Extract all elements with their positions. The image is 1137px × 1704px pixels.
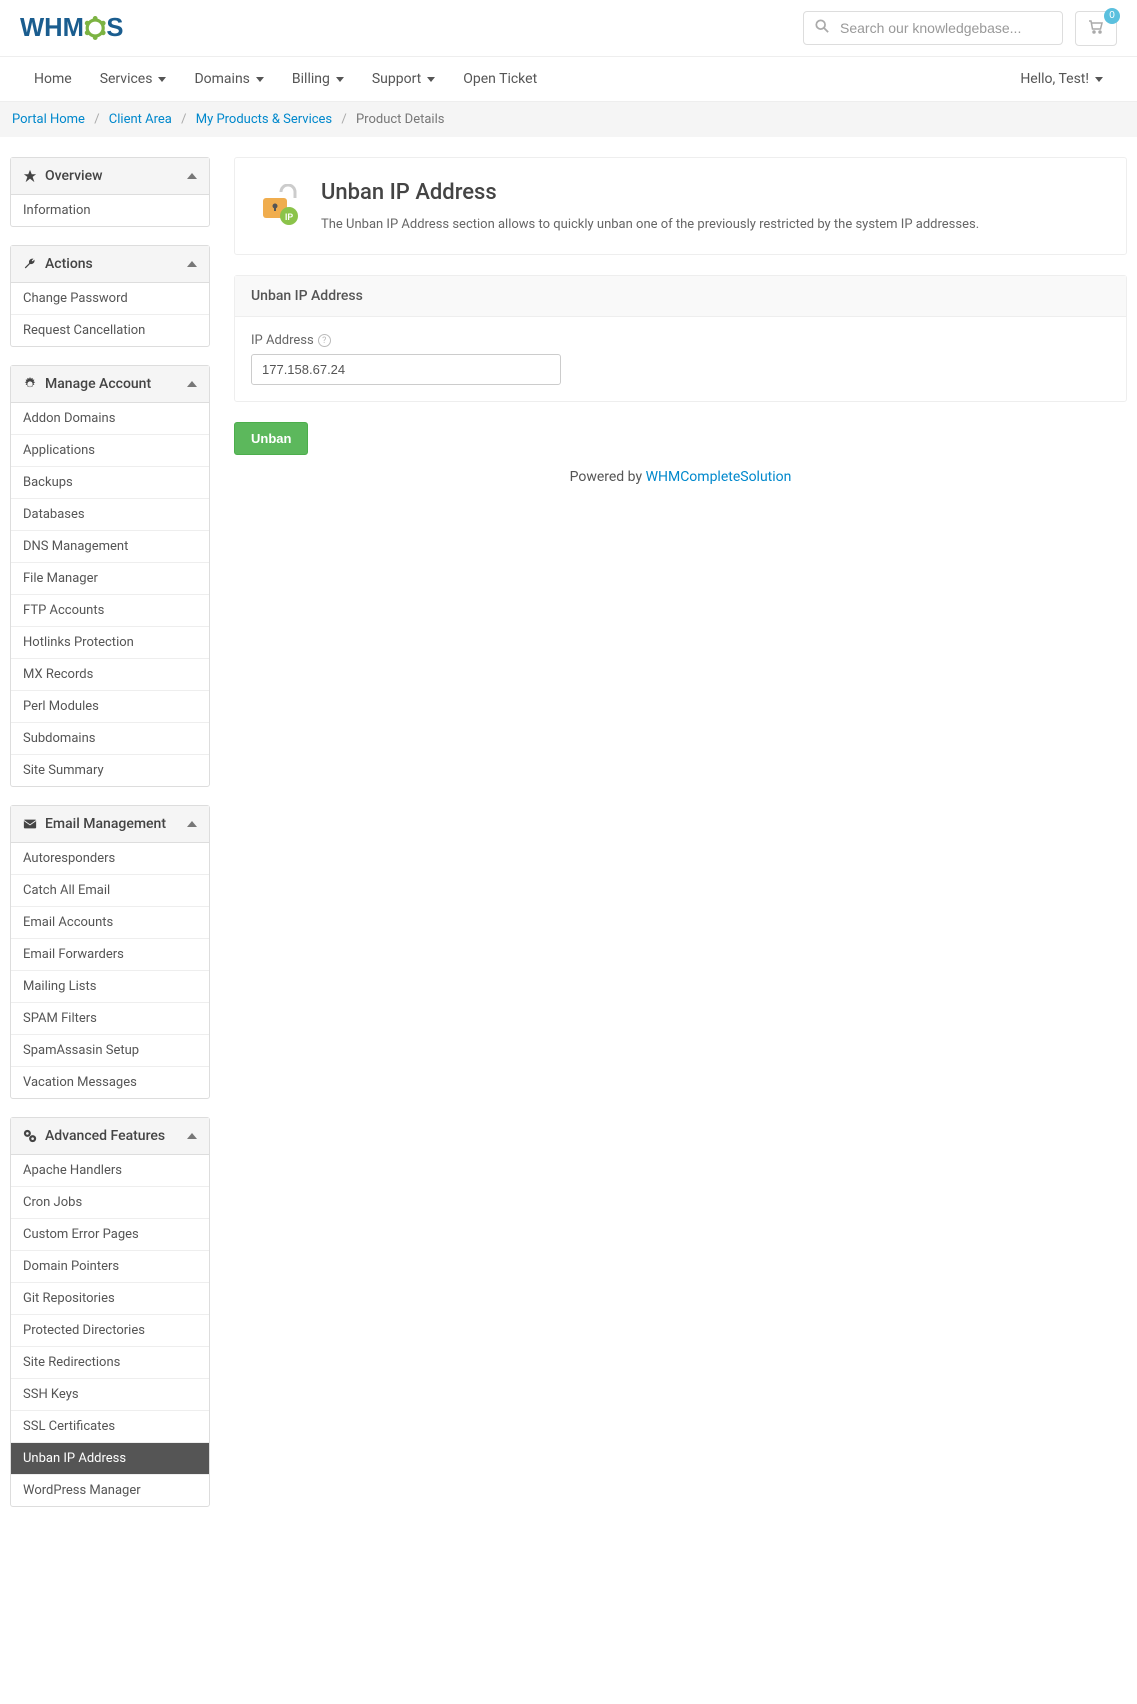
- panel-overview: Overview Information: [10, 157, 210, 227]
- nav-billing[interactable]: Billing: [278, 57, 358, 101]
- sidebar-item[interactable]: Backups: [11, 466, 209, 498]
- sidebar-item[interactable]: Applications: [11, 434, 209, 466]
- sidebar-item[interactable]: MX Records: [11, 658, 209, 690]
- ip-address-label: IP Address ?: [251, 333, 1110, 348]
- sidebar-item[interactable]: Site Redirections: [11, 1346, 209, 1378]
- svg-text:S: S: [106, 14, 123, 42]
- gear-icon: [23, 377, 37, 391]
- sidebar-item[interactable]: Site Summary: [11, 754, 209, 786]
- panel-head-advanced[interactable]: Advanced Features: [11, 1118, 209, 1155]
- caret-down-icon: [336, 77, 344, 82]
- sidebar-item[interactable]: SSL Certificates: [11, 1410, 209, 1442]
- logo[interactable]: WHM S: [20, 8, 180, 48]
- sidebar-item[interactable]: Git Repositories: [11, 1282, 209, 1314]
- sidebar-item[interactable]: Cron Jobs: [11, 1186, 209, 1218]
- sidebar-item[interactable]: Apache Handlers: [11, 1155, 209, 1186]
- sidebar-item[interactable]: Subdomains: [11, 722, 209, 754]
- caret-down-icon: [1095, 77, 1103, 82]
- page-title: Unban IP Address: [321, 180, 979, 205]
- unban-button[interactable]: Unban: [234, 422, 308, 455]
- sidebar-item[interactable]: Protected Directories: [11, 1314, 209, 1346]
- sidebar-item[interactable]: Email Forwarders: [11, 938, 209, 970]
- sidebar-item[interactable]: Change Password: [11, 283, 209, 314]
- nav-domains[interactable]: Domains: [180, 57, 277, 101]
- chevron-up-icon: [187, 1133, 197, 1139]
- wrench-icon: [23, 257, 37, 271]
- cart-icon: [1088, 20, 1104, 34]
- panel-body-manage: Addon DomainsApplicationsBackupsDatabase…: [11, 403, 209, 786]
- search-box: [803, 11, 1063, 45]
- sidebar-item[interactable]: Autoresponders: [11, 843, 209, 874]
- sidebar-item[interactable]: Request Cancellation: [11, 314, 209, 346]
- sidebar-item[interactable]: Addon Domains: [11, 403, 209, 434]
- hero-card: IP Unban IP Address The Unban IP Address…: [234, 157, 1127, 255]
- footer: Powered by WHMCompleteSolution: [234, 455, 1127, 499]
- sidebar-item[interactable]: WordPress Manager: [11, 1474, 209, 1506]
- sidebar-item[interactable]: Email Accounts: [11, 906, 209, 938]
- chevron-up-icon: [187, 821, 197, 827]
- sidebar-item[interactable]: Unban IP Address: [11, 1442, 209, 1474]
- form-card-title: Unban IP Address: [235, 276, 1126, 317]
- sidebar-item[interactable]: Mailing Lists: [11, 970, 209, 1002]
- unban-ip-icon: IP: [259, 184, 303, 228]
- cart-badge: 0: [1104, 8, 1120, 24]
- panel-head-email[interactable]: Email Management: [11, 806, 209, 843]
- sidebar-item[interactable]: SPAM Filters: [11, 1002, 209, 1034]
- nav-home[interactable]: Home: [20, 57, 86, 101]
- sidebar-item[interactable]: Information: [11, 195, 209, 226]
- nav-open-ticket[interactable]: Open Ticket: [449, 57, 551, 101]
- sidebar-item[interactable]: Custom Error Pages: [11, 1218, 209, 1250]
- footer-link[interactable]: WHMCompleteSolution: [646, 469, 792, 485]
- sidebar-item[interactable]: Perl Modules: [11, 690, 209, 722]
- nav-support[interactable]: Support: [358, 57, 449, 101]
- svg-text:IP: IP: [285, 213, 294, 223]
- form-card: Unban IP Address IP Address ?: [234, 275, 1127, 402]
- panel-manage: Manage Account Addon DomainsApplications…: [10, 365, 210, 787]
- nav-user-greeting[interactable]: Hello, Test!: [1006, 57, 1117, 101]
- ip-address-input[interactable]: [251, 354, 561, 385]
- chevron-up-icon: [187, 381, 197, 387]
- caret-down-icon: [427, 77, 435, 82]
- star-icon: [23, 169, 37, 183]
- sidebar-item[interactable]: Vacation Messages: [11, 1066, 209, 1098]
- panel-body-advanced: Apache HandlersCron JobsCustom Error Pag…: [11, 1155, 209, 1506]
- breadcrumb-my-products[interactable]: My Products & Services: [196, 112, 332, 127]
- panel-advanced: Advanced Features Apache HandlersCron Jo…: [10, 1117, 210, 1507]
- panel-head-actions[interactable]: Actions: [11, 246, 209, 283]
- panel-head-overview[interactable]: Overview: [11, 158, 209, 195]
- sidebar-item[interactable]: DNS Management: [11, 530, 209, 562]
- envelope-icon: [23, 817, 37, 831]
- sidebar-item[interactable]: File Manager: [11, 562, 209, 594]
- svg-text:WHM: WHM: [20, 14, 84, 42]
- panel-body-actions: Change PasswordRequest Cancellation: [11, 283, 209, 346]
- breadcrumb: Portal Home / Client Area / My Products …: [0, 102, 1137, 137]
- breadcrumb-portal-home[interactable]: Portal Home: [12, 112, 85, 127]
- sidebar-item[interactable]: SSH Keys: [11, 1378, 209, 1410]
- sidebar-item[interactable]: Hotlinks Protection: [11, 626, 209, 658]
- search-icon: [815, 19, 829, 37]
- nav-services[interactable]: Services: [86, 57, 181, 101]
- help-icon[interactable]: ?: [318, 334, 331, 347]
- sidebar-item[interactable]: Domain Pointers: [11, 1250, 209, 1282]
- page-description: The Unban IP Address section allows to q…: [321, 217, 979, 232]
- cart-button[interactable]: 0: [1075, 11, 1117, 46]
- breadcrumb-client-area[interactable]: Client Area: [109, 112, 172, 127]
- caret-down-icon: [256, 77, 264, 82]
- panel-email: Email Management AutorespondersCatch All…: [10, 805, 210, 1099]
- sidebar-item[interactable]: SpamAssasin Setup: [11, 1034, 209, 1066]
- panel-head-manage[interactable]: Manage Account: [11, 366, 209, 403]
- caret-down-icon: [158, 77, 166, 82]
- sidebar-item[interactable]: Catch All Email: [11, 874, 209, 906]
- panel-body-email: AutorespondersCatch All EmailEmail Accou…: [11, 843, 209, 1098]
- search-input[interactable]: [803, 11, 1063, 45]
- breadcrumb-current: Product Details: [356, 112, 444, 127]
- chevron-up-icon: [187, 261, 197, 267]
- panel-body-overview: Information: [11, 195, 209, 226]
- sidebar-item[interactable]: Databases: [11, 498, 209, 530]
- gears-icon: [23, 1129, 37, 1143]
- chevron-up-icon: [187, 173, 197, 179]
- panel-actions: Actions Change PasswordRequest Cancellat…: [10, 245, 210, 347]
- sidebar-item[interactable]: FTP Accounts: [11, 594, 209, 626]
